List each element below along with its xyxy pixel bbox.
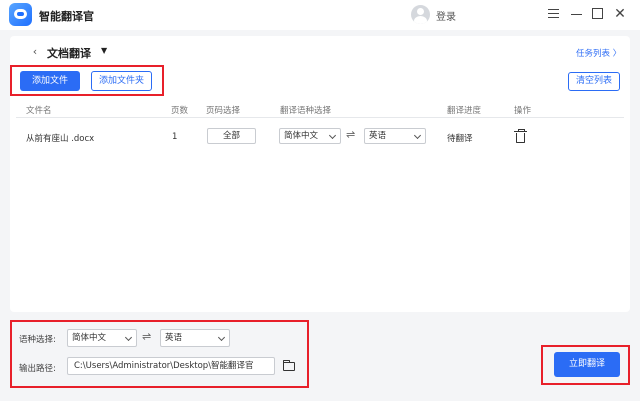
clear-list-button[interactable]: 清空列表 <box>568 72 620 91</box>
dropdown-caret-icon[interactable]: ▼ <box>101 46 107 55</box>
header-progress: 翻译进度 <box>447 106 482 116</box>
row-source-language-value: 简体中文 <box>284 131 319 141</box>
header-page-select: 页码选择 <box>206 106 241 116</box>
app-logo-icon <box>9 3 32 26</box>
highlight-box-add-buttons <box>10 65 164 96</box>
header-language: 翻译语种选择 <box>280 106 332 116</box>
swap-language-icon[interactable]: ⇌ <box>346 128 355 141</box>
row-target-language-value: 英语 <box>369 131 387 141</box>
row-target-language-select[interactable]: 英语 <box>364 128 426 144</box>
page-count: 1 <box>172 132 178 142</box>
header-actions: 操作 <box>514 106 532 116</box>
header-pages: 页数 <box>171 106 189 116</box>
maximize-icon[interactable] <box>590 6 606 22</box>
page-select-button[interactable]: 全部 <box>207 128 256 144</box>
task-list-link[interactable]: 任务列表 〉 <box>576 47 621 59</box>
table-header: 文件名 页数 页码选择 翻译语种选择 翻译进度 操作 <box>16 98 624 118</box>
minimize-icon[interactable] <box>569 6 585 22</box>
progress-status: 待翻译 <box>447 134 473 144</box>
delete-icon[interactable] <box>514 129 527 143</box>
title-bar: 智能翻译官 登录 ✕ <box>0 0 640 30</box>
chevron-down-icon <box>413 131 422 140</box>
close-icon[interactable]: ✕ <box>612 6 628 22</box>
app-title: 智能翻译官 <box>39 10 94 23</box>
highlight-box-settings <box>10 320 309 388</box>
file-name: 从前有座山 .docx <box>26 134 95 144</box>
chevron-down-icon <box>328 131 337 140</box>
page-title[interactable]: 文档翻译 <box>47 45 91 61</box>
login-link[interactable]: 登录 <box>436 8 456 23</box>
table-row: 从前有座山 .docx 1 全部 简体中文 ⇌ 英语 待翻译 <box>16 126 624 148</box>
row-source-language-select[interactable]: 简体中文 <box>279 128 341 144</box>
menu-icon[interactable] <box>546 6 562 22</box>
back-arrow-icon[interactable]: ‹ <box>27 44 43 60</box>
highlight-box-translate <box>541 345 630 385</box>
header-file-name: 文件名 <box>26 106 52 116</box>
user-avatar-icon[interactable] <box>411 5 430 24</box>
